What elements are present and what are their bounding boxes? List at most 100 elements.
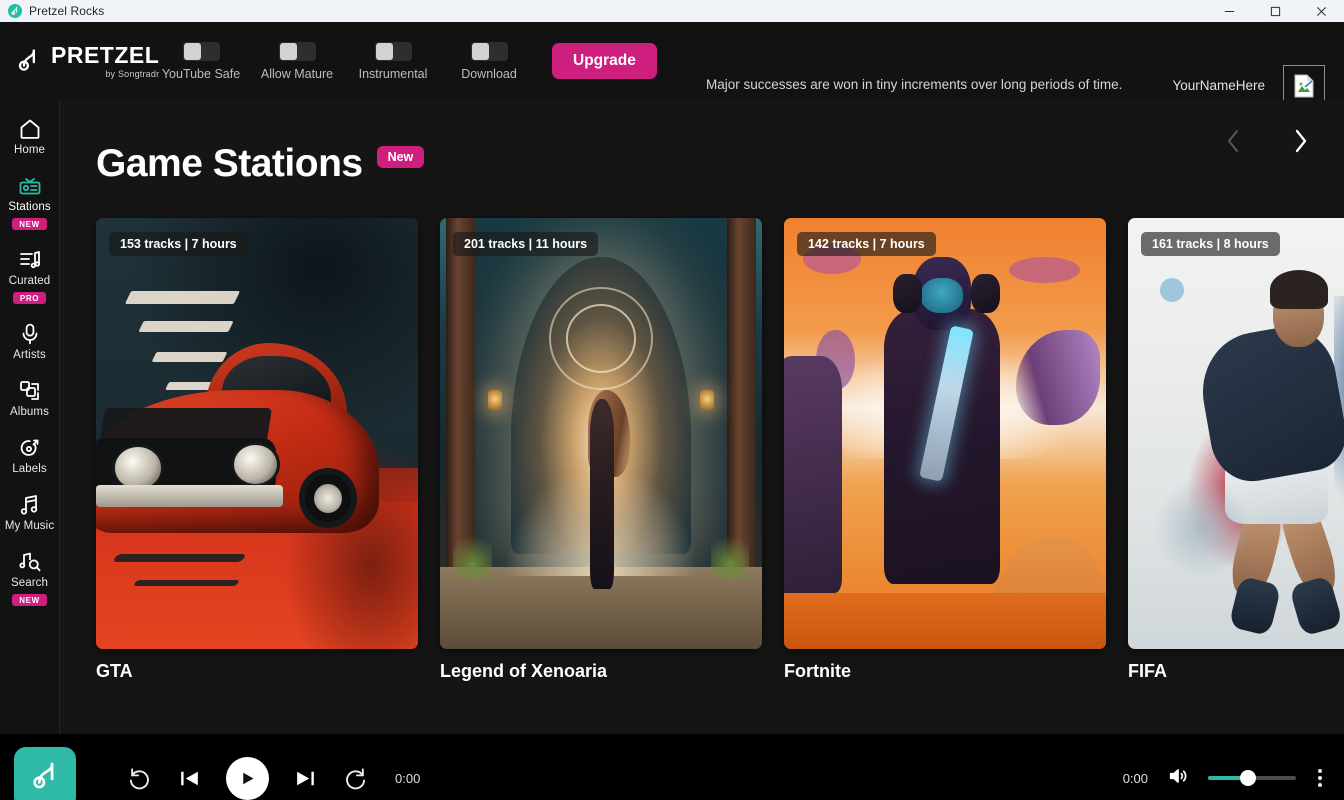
play-button[interactable] <box>226 756 269 800</box>
music-note-icon <box>18 493 42 517</box>
station-track-badge: 161 tracks | 8 hours <box>1141 232 1280 256</box>
page-header: Game Stations New <box>60 100 1344 183</box>
carousel-prev-button[interactable] <box>1216 124 1250 158</box>
microphone-icon <box>18 322 42 346</box>
station-track-badge: 201 tracks | 11 hours <box>453 232 599 256</box>
toggle-switch[interactable] <box>182 41 220 61</box>
station-card[interactable]: 153 tracks | 7 hours GTA <box>96 218 418 682</box>
motivational-quote: Major successes are won in tiny incremen… <box>706 77 1123 92</box>
broken-image-icon <box>1294 74 1314 98</box>
sidebar-item-label: Labels <box>12 463 47 475</box>
station-card[interactable]: 142 tracks | 7 hours Fortnite <box>784 218 1106 682</box>
station-track-badge: 142 tracks | 7 hours <box>797 232 936 256</box>
app-top-bar: PRETZEL by Songtradr YouTube Safe Allow … <box>0 22 1344 107</box>
station-card[interactable]: 161 tracks | 8 hours FIFA <box>1128 218 1344 682</box>
main-content: Game Stations New 153 tracks | 7 hours G… <box>60 100 1344 734</box>
home-icon <box>18 117 42 141</box>
brand-logo[interactable]: PRETZEL by Songtradr <box>14 43 159 79</box>
page-title: Game Stations <box>96 142 363 185</box>
upgrade-button[interactable]: Upgrade <box>552 43 657 79</box>
pretzel-logo-icon <box>14 47 42 75</box>
skip-previous-icon <box>181 771 198 785</box>
sidebar-item-label: Stations <box>8 201 51 213</box>
replay-10-icon <box>129 767 149 789</box>
sidebar-item-search[interactable]: Search NEW <box>0 541 59 613</box>
toggle-knob <box>375 42 393 60</box>
sidebar-item-my-music[interactable]: My Music <box>0 484 59 539</box>
sidebar-item-label: Curated <box>8 275 51 287</box>
station-card-title: GTA <box>96 661 133 681</box>
station-card-carousel: 153 tracks | 7 hours GTA 201 tracks | 11… <box>60 218 1344 682</box>
toggle-label: YouTube Safe <box>161 66 241 81</box>
sidebar-item-label: Search <box>10 577 49 589</box>
page-new-badge: New <box>376 146 425 168</box>
app-body: Home Stations NEW Curated PRO Artists Al… <box>0 100 1344 734</box>
filter-toggles: YouTube Safe Allow Mature Instrumental D… <box>160 41 530 81</box>
sidebar-item-artists[interactable]: Artists <box>0 313 59 368</box>
account-username[interactable]: YourNameHere <box>1172 78 1265 93</box>
toggle-switch[interactable] <box>374 41 412 61</box>
volume-icon[interactable] <box>1166 765 1190 792</box>
window-controls <box>1206 0 1344 22</box>
toggle-switch[interactable] <box>278 41 316 61</box>
volume-slider[interactable] <box>1208 770 1296 786</box>
sidebar-badge-new: NEW <box>12 594 47 606</box>
sidebar-item-labels[interactable]: Labels <box>0 427 59 482</box>
carousel-next-button[interactable] <box>1284 124 1318 158</box>
toggle-label: Instrumental <box>358 66 428 81</box>
app-icon <box>8 4 22 18</box>
close-button[interactable] <box>1298 0 1344 22</box>
duration-time: 0:00 <box>1122 770 1148 786</box>
chevron-left-icon <box>1228 130 1238 152</box>
brand-subtitle: by Songtradr <box>105 68 160 79</box>
previous-track-button[interactable] <box>177 766 202 791</box>
play-icon <box>243 772 254 784</box>
forward-button[interactable] <box>342 766 367 791</box>
sidebar-item-stations[interactable]: Stations NEW <box>0 165 59 237</box>
next-track-button[interactable] <box>293 766 318 791</box>
carousel-controls <box>1216 124 1318 158</box>
radio-icon <box>18 174 42 198</box>
music-search-icon <box>18 550 42 574</box>
minimize-button[interactable] <box>1206 0 1252 22</box>
player-bar: 0:00 0:00 <box>0 734 1344 800</box>
playlist-icon <box>18 248 42 272</box>
sidebar-item-home[interactable]: Home <box>0 108 59 163</box>
skip-next-icon <box>297 771 314 785</box>
player-logo-button[interactable] <box>14 747 76 800</box>
brand-name: PRETZEL <box>51 41 160 68</box>
station-card[interactable]: 201 tracks | 11 hours Legend of Xenoaria <box>440 218 762 682</box>
sidebar-item-label: My Music <box>4 520 55 532</box>
sidebar-item-albums[interactable]: Albums <box>0 370 59 425</box>
sidebar-item-curated[interactable]: Curated PRO <box>0 239 59 311</box>
station-artwork-fantasy-portal: 201 tracks | 11 hours <box>440 218 762 649</box>
station-track-badge: 153 tracks | 7 hours <box>109 232 248 256</box>
more-options-icon[interactable] <box>1314 765 1326 791</box>
toggle-label: Download <box>461 66 517 81</box>
station-card-title: Fortnite <box>784 661 851 681</box>
toggle-label: Allow Mature <box>260 66 334 81</box>
toggle-instrumental[interactable]: Instrumental <box>352 41 434 81</box>
toggle-knob <box>279 42 297 60</box>
maximize-button[interactable] <box>1252 0 1298 22</box>
volume-slider-handle[interactable] <box>1239 770 1256 786</box>
toggle-knob <box>183 42 201 60</box>
sidebar-item-label: Albums <box>10 406 49 418</box>
window-title: Pretzel Rocks <box>29 4 105 18</box>
player-right-controls: 0:00 <box>1123 765 1326 792</box>
toggle-knob <box>471 42 489 60</box>
station-card-title: FIFA <box>1128 661 1167 681</box>
toggle-switch[interactable] <box>470 41 508 61</box>
toggle-download[interactable]: Download <box>448 41 530 81</box>
toggle-youtube-safe[interactable]: YouTube Safe <box>160 41 242 81</box>
elapsed-time: 0:00 <box>395 770 421 786</box>
albums-icon <box>18 379 42 403</box>
window-title-bar: Pretzel Rocks <box>0 0 1344 22</box>
station-artwork-red-muscle-car: 153 tracks | 7 hours <box>96 218 418 649</box>
station-card-title: Legend of Xenoaria <box>440 661 608 681</box>
replay-button[interactable] <box>128 766 153 791</box>
sidebar: Home Stations NEW Curated PRO Artists Al… <box>0 100 60 734</box>
toggle-allow-mature[interactable]: Allow Mature <box>256 41 338 81</box>
chevron-right-icon <box>1295 129 1307 153</box>
label-disc-icon <box>18 436 42 460</box>
